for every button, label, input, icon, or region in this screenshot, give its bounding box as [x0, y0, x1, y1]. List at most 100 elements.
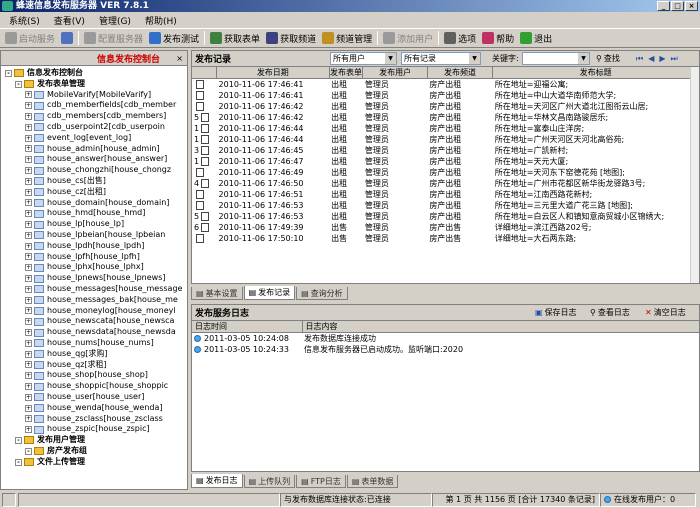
- table-row[interactable]: 5 2010-11-06 17:46:42 出租 管理员 房产出租 所在地址=华林文昌南路…: [192, 112, 699, 123]
- tab-bottom-3[interactable]: ▤ 表单数据: [346, 475, 399, 488]
- table-row[interactable]: 4 2010-11-06 17:46:50 出租 管理员 房产出租 所在地址=广州市花都区…: [192, 178, 699, 189]
- tree-node[interactable]: + house_admin[house_admin]: [1, 144, 187, 155]
- expand-icon[interactable]: +: [25, 296, 32, 304]
- tree-node[interactable]: - 发布表单管理: [1, 79, 187, 90]
- table-row[interactable]: 1 2010-11-06 17:46:44 出租 管理员 房产出租 所在地址=广州天河区天…: [192, 134, 699, 145]
- log-row[interactable]: 2011-03-05 10:24:33 信息发布服务器已启动成功。监听端口:202…: [192, 344, 699, 355]
- tree-node[interactable]: + house_lphx[house_lphx]: [1, 262, 187, 273]
- expand-icon[interactable]: +: [25, 156, 32, 164]
- table-row[interactable]: 2010-11-06 17:50:10 出售 管理员 房产出售 详细地址=大石两东路;: [192, 233, 699, 244]
- toolbar-button-6[interactable]: 频道管理: [319, 30, 375, 47]
- toolbar-button-4[interactable]: 获取表单: [207, 30, 263, 47]
- log-column-header[interactable]: 日志内容: [302, 321, 700, 333]
- expand-icon[interactable]: +: [25, 307, 32, 315]
- tree-node[interactable]: + event_log[event_log]: [1, 133, 187, 144]
- table-row[interactable]: 2010-11-06 17:46:53 出租 管理员 房产出租 所在地址=三元里大道广花…: [192, 200, 699, 211]
- minimize-button[interactable]: _: [657, 1, 670, 11]
- tree-node[interactable]: + house_moneylog[house_moneyl: [1, 306, 187, 317]
- expand-icon[interactable]: +: [25, 404, 32, 412]
- column-header[interactable]: 发布表单: [329, 67, 364, 79]
- expand-icon[interactable]: +: [25, 393, 32, 401]
- expand-icon[interactable]: +: [25, 415, 32, 423]
- tree-node[interactable]: + cdb_members[cdb_members]: [1, 111, 187, 122]
- expand-icon[interactable]: +: [25, 231, 32, 239]
- next-page-icon[interactable]: ▶: [659, 54, 670, 63]
- expand-icon[interactable]: +: [25, 339, 32, 347]
- expand-icon[interactable]: +: [25, 91, 32, 99]
- toolbar-button-9[interactable]: 帮助: [479, 30, 517, 47]
- records-scrollbar[interactable]: [690, 67, 699, 283]
- tab-bottom-1[interactable]: ▤ 上传队列: [243, 475, 296, 488]
- tree-node[interactable]: + house_lpdh[house_lpdh]: [1, 241, 187, 252]
- expand-icon[interactable]: +: [25, 145, 32, 153]
- save-log-button[interactable]: ▣ 保存日志: [535, 307, 577, 318]
- collapse-icon[interactable]: -: [25, 447, 32, 455]
- table-row[interactable]: 1 2010-11-06 17:46:47 出租 管理员 房产出租 所在地址=天元大厦;: [192, 156, 699, 167]
- expand-icon[interactable]: +: [25, 383, 32, 390]
- record-filter-select[interactable]: 所有记录: [401, 52, 481, 65]
- tree-node[interactable]: + cdb_userpoint2[cdb_userpoin: [1, 122, 187, 133]
- tree-node[interactable]: + house_domain[house_domain]: [1, 198, 187, 209]
- expand-icon[interactable]: +: [25, 361, 32, 369]
- close-panel-icon[interactable]: ×: [176, 54, 183, 63]
- tree-node[interactable]: + house_zsclass[house_zsclass: [1, 414, 187, 425]
- expand-icon[interactable]: +: [25, 275, 32, 283]
- menu-manage[interactable]: 管理(G): [94, 14, 136, 27]
- column-header[interactable]: 发布用户: [362, 67, 428, 79]
- tree-node[interactable]: + house_answer[house_answer]: [1, 154, 187, 165]
- view-log-button[interactable]: ⚲ 查看日志: [590, 307, 630, 318]
- tree-node[interactable]: - 信息发布控制台: [1, 68, 187, 79]
- tree-node[interactable]: + house_lpfh[house_lpfh]: [1, 252, 187, 263]
- expand-icon[interactable]: +: [25, 210, 32, 218]
- tree-node[interactable]: + house_cz[出租]: [1, 187, 187, 198]
- tree-node[interactable]: + house_lpnews[house_lpnews]: [1, 273, 187, 284]
- tree-node[interactable]: + house_messages[house_message: [1, 284, 187, 295]
- tree-node[interactable]: + MobileVarify[MobileVarify]: [1, 90, 187, 101]
- table-row[interactable]: 1 2010-11-06 17:46:44 出租 管理员 房产出租 所在地址=富泰山庄洋房…: [192, 123, 699, 134]
- expand-icon[interactable]: +: [25, 242, 32, 250]
- expand-icon[interactable]: +: [25, 134, 32, 142]
- prev-page-icon[interactable]: ◀: [648, 54, 659, 63]
- table-row[interactable]: 2010-11-06 17:46:41 出租 管理员 房产出租 所在地址=中山大道华南师…: [192, 90, 699, 101]
- first-page-icon[interactable]: ⏮: [636, 54, 648, 63]
- table-row[interactable]: 6 2010-11-06 17:49:39 出售 管理员 房产出售 详细地址=滨江西路20…: [192, 222, 699, 233]
- collapse-icon[interactable]: -: [15, 436, 22, 444]
- tree-node[interactable]: + house_lpbeian[house_lpbeian: [1, 230, 187, 241]
- table-row[interactable]: 2010-11-06 17:46:49 出租 管理员 房产出租 所在地址=天河东下窑德花…: [192, 167, 699, 178]
- expand-icon[interactable]: +: [25, 372, 32, 380]
- column-header[interactable]: 发布日期: [216, 67, 330, 79]
- expand-icon[interactable]: +: [25, 199, 32, 207]
- tree-node[interactable]: + house_zspic[house_zspic]: [1, 424, 187, 435]
- tree-node[interactable]: + house_hmd[house_hmd]: [1, 208, 187, 219]
- collapse-icon[interactable]: -: [5, 69, 12, 77]
- collapse-icon[interactable]: -: [15, 80, 22, 88]
- column-header[interactable]: [192, 67, 218, 79]
- table-row[interactable]: 5 2010-11-06 17:46:53 出租 管理员 房产出租 所在地址=白云区人和镇…: [192, 211, 699, 222]
- clear-log-button[interactable]: ✕ 清空日志: [645, 307, 686, 318]
- tree-node[interactable]: + house_qg[求购]: [1, 349, 187, 360]
- tree-node[interactable]: + house_shop[house_shop]: [1, 370, 187, 381]
- expand-icon[interactable]: +: [25, 167, 32, 175]
- expand-icon[interactable]: +: [25, 264, 32, 272]
- column-header[interactable]: 发布标题: [492, 67, 699, 79]
- tab-top-1[interactable]: ▤ 发布记录: [243, 286, 296, 300]
- tree-node[interactable]: + house_cs[出售]: [1, 176, 187, 187]
- expand-icon[interactable]: +: [25, 113, 32, 121]
- tree-node[interactable]: + house_nums[house_nums]: [1, 338, 187, 349]
- expand-icon[interactable]: +: [25, 188, 32, 196]
- expand-icon[interactable]: +: [25, 253, 32, 261]
- tree-node[interactable]: + house_wenda[house_wenda]: [1, 403, 187, 414]
- tree-node[interactable]: + cdb_memberfields[cdb_member: [1, 100, 187, 111]
- search-button[interactable]: ⚲ 查找: [596, 53, 620, 64]
- expand-icon[interactable]: +: [25, 123, 32, 131]
- tab-bottom-0[interactable]: ▤ 发布日志: [191, 474, 243, 488]
- toolbar-button-1[interactable]: [58, 30, 76, 47]
- tab-top-0[interactable]: ▤ 基本设置: [191, 287, 243, 300]
- expand-icon[interactable]: +: [25, 221, 32, 229]
- user-filter-select[interactable]: 所有用户: [330, 52, 397, 65]
- tree-node[interactable]: - 发布用户管理: [1, 435, 187, 446]
- expand-icon[interactable]: +: [25, 285, 32, 293]
- tree-node[interactable]: + house_newsdata[house_newsda: [1, 327, 187, 338]
- tree-node[interactable]: + house_lp[house_lp]: [1, 219, 187, 230]
- expand-icon[interactable]: +: [25, 177, 32, 185]
